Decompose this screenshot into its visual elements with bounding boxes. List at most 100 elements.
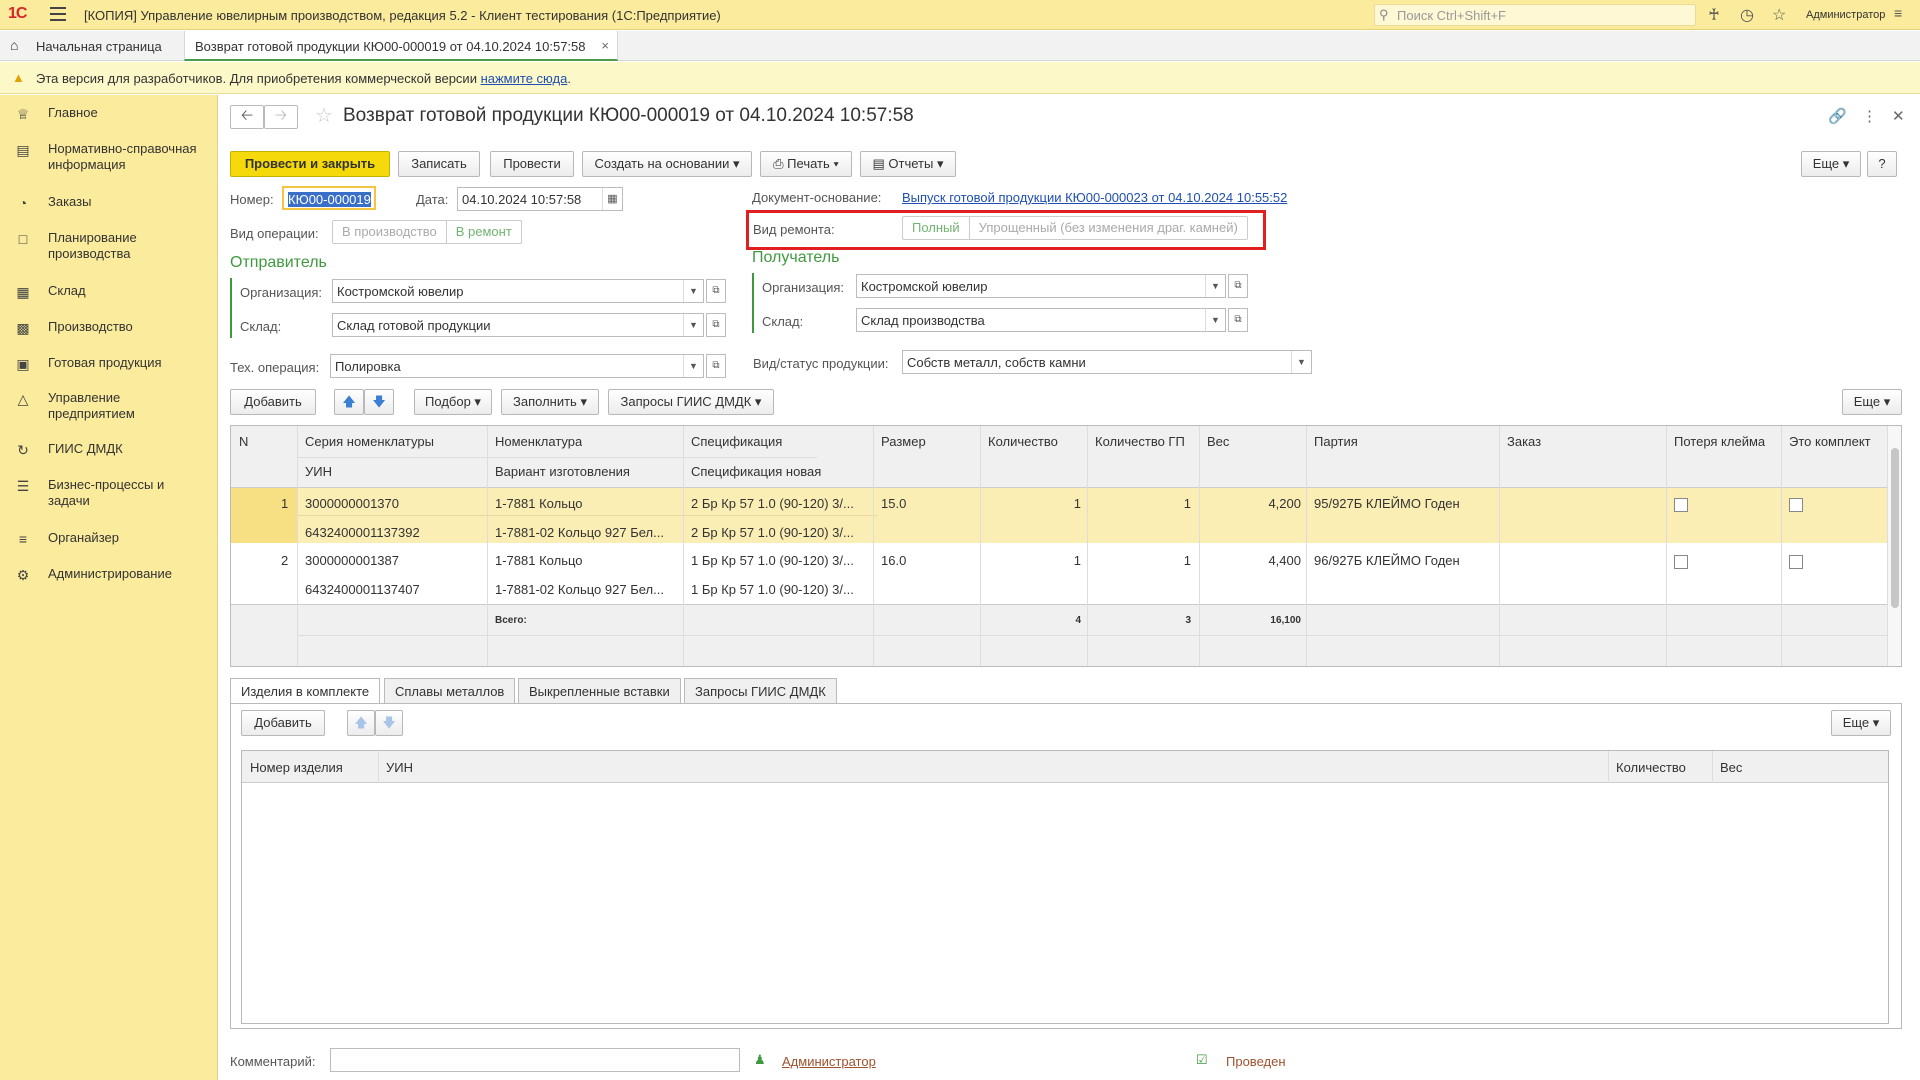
add-row-button[interactable]: Добавить [230,389,316,415]
sub-move-up-button[interactable]: 🡅 [347,710,375,736]
sidebar-item-organizer[interactable]: ≡ Органайзер [0,530,218,547]
sidebar-item-main[interactable]: ♕ Главное [0,105,218,122]
post-and-close-button[interactable]: Провести и закрыть [230,151,390,177]
kit-checkbox[interactable] [1789,498,1803,512]
kit-checkbox[interactable] [1789,555,1803,569]
product-status-field[interactable]: Собств металл, собств камни ▼ [902,350,1312,374]
purchase-link[interactable]: нажмите сюда [481,71,568,86]
loss-checkbox[interactable] [1674,498,1688,512]
col-qty-gp[interactable]: Количество ГП [1095,434,1185,449]
save-button[interactable]: Записать [398,151,480,177]
col-spec[interactable]: Спецификация [691,434,782,449]
sidebar-item-bp[interactable]: ☰ Бизнес-процессы и задачи [0,477,170,509]
chevron-down-icon[interactable]: ▼ [1205,309,1225,331]
table-scrollbar[interactable] [1887,426,1901,666]
app-logo[interactable]: 1С [8,5,27,23]
calendar-icon[interactable]: ▦ [602,188,622,210]
close-tab-icon[interactable]: × [601,38,609,53]
sidebar-item-planning[interactable]: □ Планирование производства [0,230,170,262]
col-qty[interactable]: Количество [988,434,1058,449]
operation-production[interactable]: В производство [333,221,446,243]
date-field[interactable]: 04.10.2024 10:57:58 ▦ [457,187,623,211]
current-user[interactable]: Администратор [1806,9,1885,21]
loss-checkbox[interactable] [1674,555,1688,569]
chevron-down-icon[interactable]: ▼ [1291,351,1311,373]
bell-icon[interactable]: ♰ [1708,5,1720,25]
open-icon[interactable]: ⧉ [706,279,726,303]
menu-icon[interactable] [50,7,66,21]
tab-document[interactable]: Возврат готовой продукции КЮ00-000019 от… [184,31,618,61]
tab-home[interactable]: ⌂ Начальная страница [0,31,178,61]
col-spec-new[interactable]: Спецификация новая [691,464,821,479]
col-sub-weight[interactable]: Вес [1720,760,1742,775]
basis-link[interactable]: Выпуск готовой продукции КЮ00-000023 от … [902,190,1287,205]
close-icon[interactable]: ✕ [1892,107,1905,125]
sidebar-item-management[interactable]: △ Управление предприятием [0,390,170,422]
col-item-number[interactable]: Номер изделия [250,760,343,775]
table-more-button[interactable]: Еще ▾ [1842,389,1902,415]
operation-switch[interactable]: В производство В ремонт [332,220,522,244]
sidebar-item-orders[interactable]: ◔ Заказы [0,194,218,211]
chevron-down-icon[interactable]: ▼ [683,314,703,336]
giis-requests-button[interactable]: Запросы ГИИС ДМДК ▾ [608,389,774,415]
chevron-down-icon[interactable]: ▼ [1205,275,1225,297]
scroll-thumb[interactable] [1891,448,1899,608]
sidebar-item-admin[interactable]: ⚙ Администрирование [0,566,218,583]
sidebar-item-production[interactable]: ▩ Производство [0,319,218,336]
fill-button[interactable]: Заполнить ▾ [501,389,599,415]
sub-more-button[interactable]: Еще ▾ [1831,710,1891,736]
pick-button[interactable]: Подбор ▾ [414,389,492,415]
sidebar-item-giis[interactable]: ↻ ГИИС ДМДК [0,441,218,458]
back-button[interactable]: 🡠 [230,105,264,129]
sender-org-field[interactable]: Костромской ювелир ▼ [332,279,704,303]
open-icon[interactable]: ⧉ [1228,274,1248,298]
col-loss[interactable]: Потеря клейма [1674,434,1765,449]
col-sub-uin[interactable]: УИН [386,760,413,775]
col-variant[interactable]: Вариант изготовления [495,464,630,479]
col-uin[interactable]: УИН [305,464,332,479]
favorites-star-icon[interactable]: ☆ [1772,5,1786,25]
receiver-org-field[interactable]: Костромской ювелир ▼ [856,274,1226,298]
move-up-button[interactable]: 🡅 [334,389,364,415]
table-row[interactable]: 2 3000000001387 6432400001137407 1-7881 … [231,543,1887,599]
sub-move-down-button[interactable]: 🡇 [375,710,403,736]
tab-metal-alloys[interactable]: Сплавы металлов [384,678,516,704]
col-sub-qty[interactable]: Количество [1616,760,1686,775]
repair-simplified[interactable]: Упрощенный (без изменения драг. камней) [968,217,1247,239]
chevron-down-icon[interactable]: ▼ [683,355,703,377]
forward-button[interactable]: 🡢 [264,105,298,129]
chevron-down-icon[interactable]: ▼ [683,280,703,302]
col-weight[interactable]: Вес [1207,434,1229,449]
tech-op-field[interactable]: Полировка ▼ [330,354,704,378]
window-menu-icon[interactable]: ≡ [1894,5,1902,21]
products-table[interactable]: N Серия номенклатуры УИН Номенклатура Ва… [230,425,1902,667]
author-link[interactable]: Администратор [782,1054,876,1069]
sender-warehouse-field[interactable]: Склад готовой продукции ▼ [332,313,704,337]
tab-kit-items[interactable]: Изделия в комплекте [230,678,381,704]
table-row[interactable]: 1 3000000001370 6432400001137392 1-7881 … [231,488,1887,543]
sidebar-item-reference[interactable]: ▤ Нормативно-справочная информация [0,141,200,173]
sub-add-button[interactable]: Добавить [241,710,325,736]
favorite-star-icon[interactable]: ☆ [315,103,333,128]
link-icon[interactable]: 🔗 [1828,107,1847,125]
receiver-warehouse-field[interactable]: Склад производства ▼ [856,308,1226,332]
search-input[interactable]: ⚲ Поиск Ctrl+Shift+F [1374,4,1696,26]
col-series[interactable]: Серия номенклатуры [305,434,434,449]
help-button[interactable]: ? [1867,151,1897,177]
operation-repair[interactable]: В ремонт [445,221,521,243]
move-down-button[interactable]: 🡇 [364,389,394,415]
repair-full[interactable]: Полный [903,217,969,239]
col-n[interactable]: N [239,434,248,449]
comment-field[interactable] [330,1048,740,1072]
print-button[interactable]: ⎙ Печать ▾ [760,151,852,177]
open-icon[interactable]: ⧉ [706,313,726,337]
col-size[interactable]: Размер [881,434,926,449]
col-batch[interactable]: Партия [1314,434,1358,449]
more-vertical-icon[interactable]: ⋮ [1862,107,1877,125]
tab-removed-inserts[interactable]: Выкрепленные вставки [518,678,681,704]
kit-items-table[interactable]: Номер изделия УИН Количество Вес [241,750,1889,1024]
post-button[interactable]: Провести [490,151,574,177]
col-nomenclature[interactable]: Номенклатура [495,434,582,449]
sidebar-item-warehouse[interactable]: ▦ Склад [0,283,218,300]
tab-giis-requests[interactable]: Запросы ГИИС ДМДК [684,678,837,704]
